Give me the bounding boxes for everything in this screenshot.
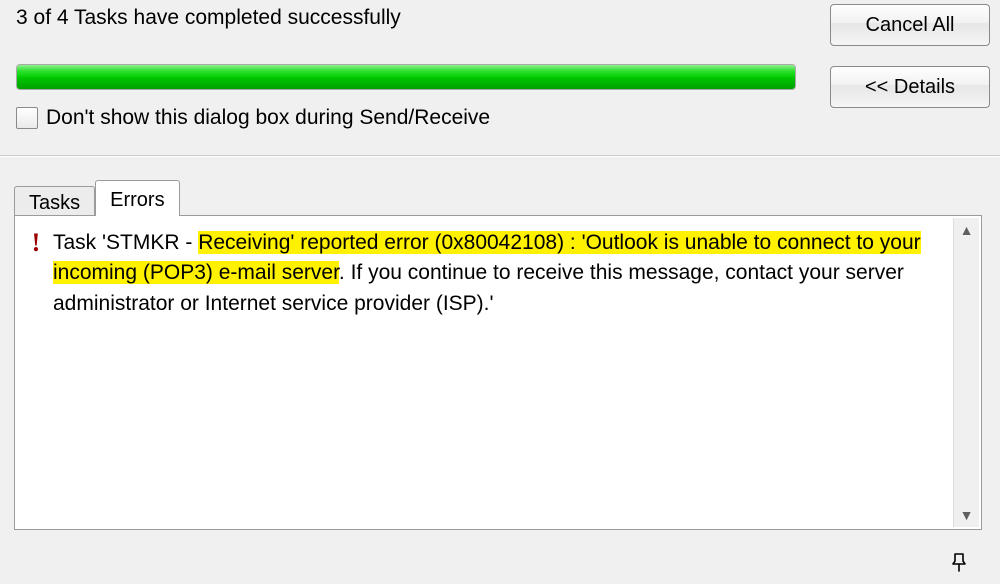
scrollbar[interactable]: ▲ ▼: [953, 218, 979, 527]
dont-show-label: Don't show this dialog box during Send/R…: [46, 106, 490, 130]
error-prefix: Task 'STMKR -: [53, 231, 198, 254]
progress-fill: [17, 65, 795, 89]
send-receive-dialog: 3 of 4 Tasks have completed successfully…: [0, 0, 1000, 584]
cancel-all-button[interactable]: Cancel All: [830, 4, 990, 46]
scroll-down-icon[interactable]: ▼: [960, 507, 974, 523]
checkbox-icon[interactable]: [16, 107, 38, 129]
divider: [0, 155, 1000, 157]
pin-icon[interactable]: [944, 550, 972, 574]
error-icon: !: [29, 232, 43, 254]
button-column: Cancel All << Details: [830, 4, 990, 108]
top-row: 3 of 4 Tasks have completed successfully…: [16, 4, 990, 108]
tab-tasks[interactable]: Tasks: [14, 186, 95, 216]
tab-errors[interactable]: Errors: [95, 180, 179, 216]
tab-strip: Tasks Errors: [14, 180, 180, 216]
errors-panel: ! Task 'STMKR - Receiving' reported erro…: [14, 215, 982, 530]
error-item: ! Task 'STMKR - Receiving' reported erro…: [29, 228, 971, 319]
scroll-up-icon[interactable]: ▲: [960, 222, 974, 238]
details-toggle-button[interactable]: << Details: [830, 66, 990, 108]
status-text: 3 of 4 Tasks have completed successfully: [16, 6, 401, 30]
progress-bar: [16, 64, 796, 90]
dont-show-checkbox-row[interactable]: Don't show this dialog box during Send/R…: [16, 106, 490, 130]
error-text: Task 'STMKR - Receiving' reported error …: [53, 228, 937, 319]
